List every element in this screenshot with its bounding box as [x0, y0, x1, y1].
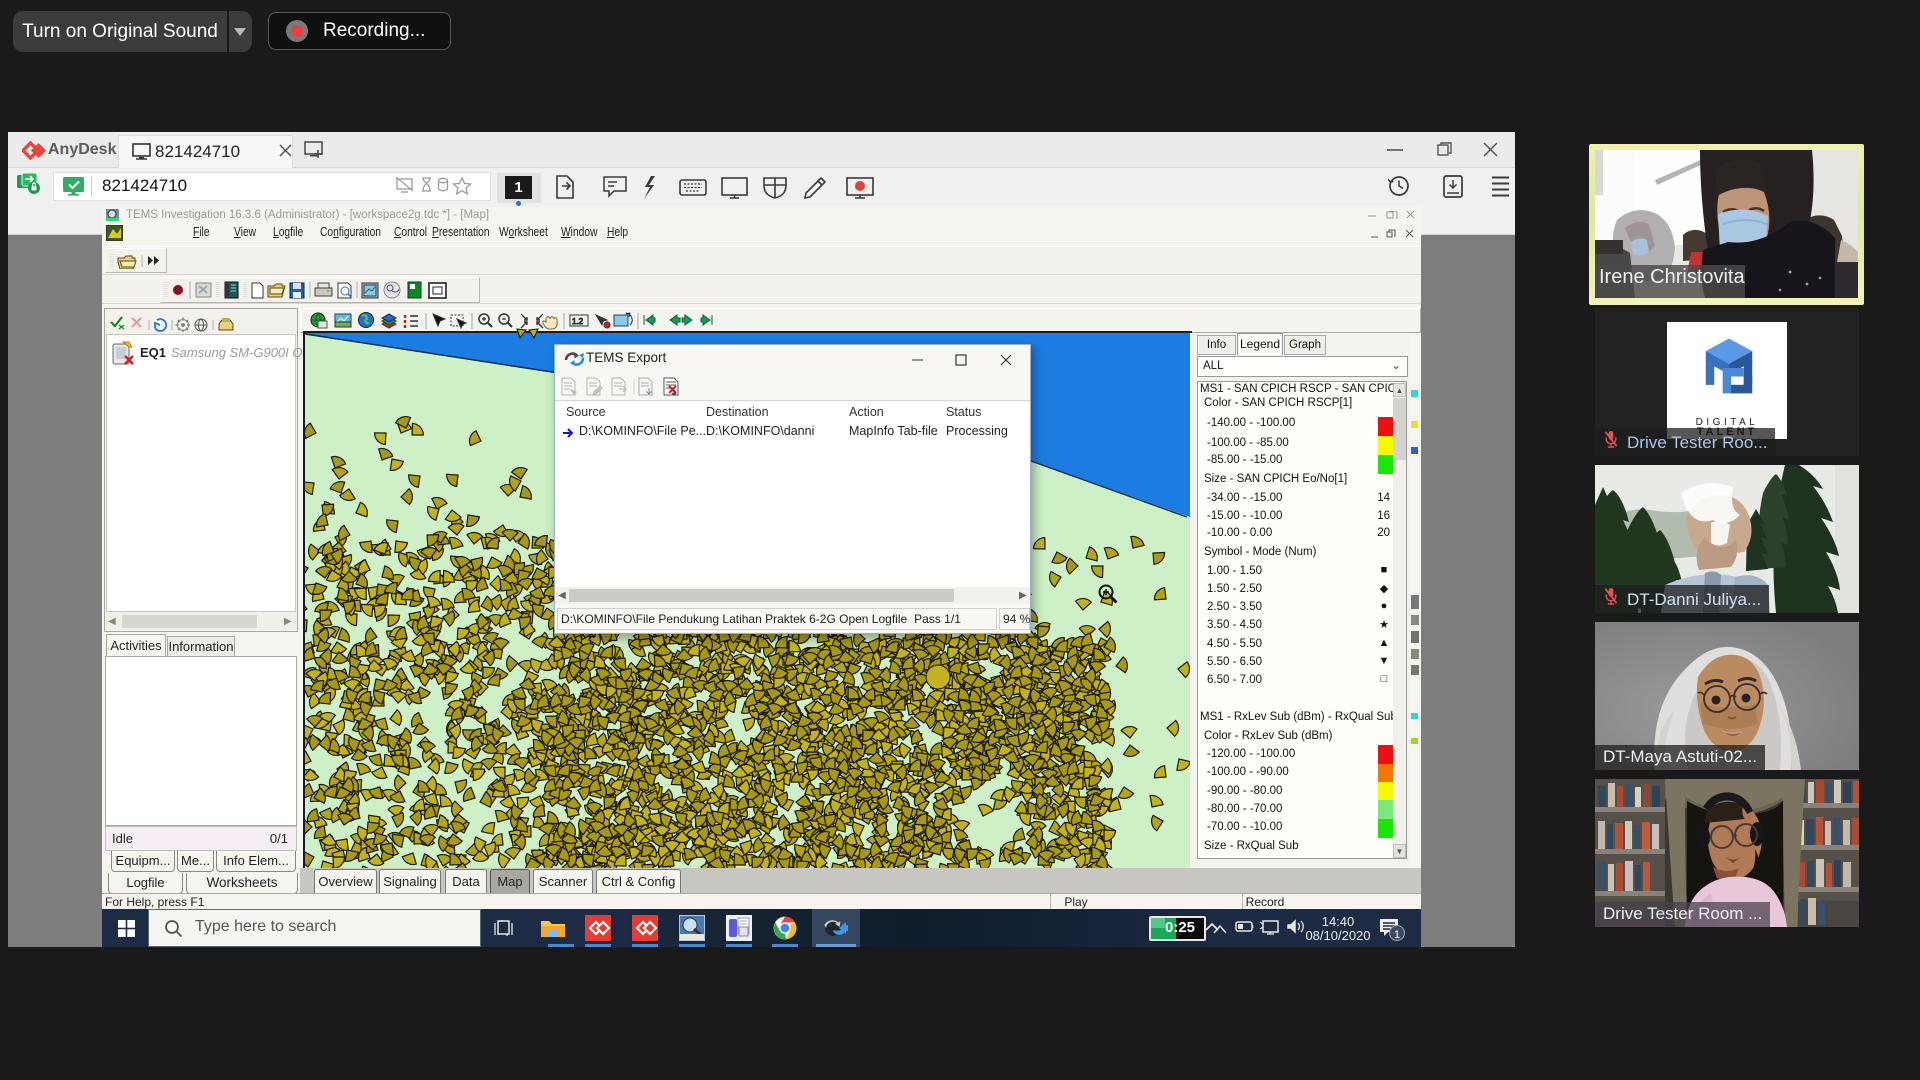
svg-text:1: 1 — [1394, 929, 1400, 941]
svg-text:1.2: 1.2 — [572, 317, 584, 326]
